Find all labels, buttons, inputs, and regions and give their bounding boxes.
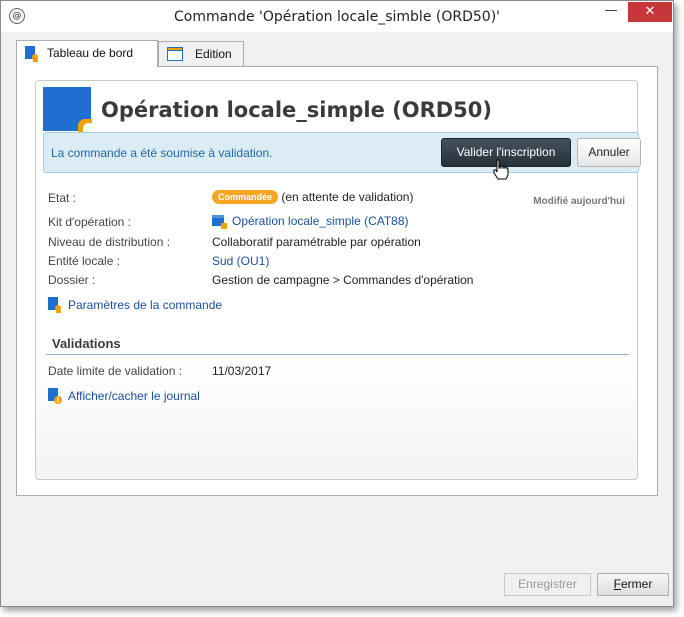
status-banner: La commande a été soumise à validation. … (43, 132, 641, 173)
deadline-label: Date limite de validation : (48, 364, 183, 378)
order-params-icon (48, 297, 62, 313)
close-button-label: ermer (621, 577, 653, 591)
tab-label: Tableau de bord (47, 46, 134, 60)
tab-panel: Opération locale_simple (ORD50) La comma… (16, 66, 658, 496)
page-title: Opération locale_simple (ORD50) (101, 98, 493, 122)
edit-window-icon (167, 47, 183, 61)
banner-message: La commande a été soumise à validation. (51, 146, 273, 160)
kit-link[interactable]: Opération locale_simple (CAT88) (232, 214, 409, 228)
state-label: Etat : (48, 191, 77, 205)
local-entity-link[interactable]: Sud (OU1) (212, 254, 269, 268)
tab-label: Edition (195, 47, 232, 61)
distribution-value: Collaboratif paramétrable par opération (212, 235, 421, 249)
journal-icon (48, 388, 62, 404)
state-value: Commandée (en attente de validation) (212, 190, 413, 204)
dashboard-card: Opération locale_simple (ORD50) La comma… (35, 80, 641, 480)
order-dialog-window: @ Commande 'Opération locale_simble (ORD… (0, 0, 674, 607)
title-bar[interactable]: @ Commande 'Opération locale_simble (ORD… (1, 1, 673, 32)
tab-edition[interactable]: Edition (158, 41, 244, 66)
close-button[interactable]: Fermer (597, 573, 669, 596)
status-badge: Commandée (212, 190, 279, 204)
save-button[interactable]: Enregistrer (504, 573, 591, 596)
section-divider (46, 354, 629, 355)
local-entity-label: Entité locale : (48, 254, 121, 268)
kit-icon (212, 214, 227, 229)
hand-cursor-icon (493, 159, 509, 180)
order-params-link[interactable]: Paramètres de la commande (68, 298, 222, 312)
minimize-button[interactable]: — (598, 2, 624, 22)
tab-tableau-de-bord[interactable]: Tableau de bord (16, 40, 158, 67)
deadline-value: 11/03/2017 (212, 364, 272, 378)
close-button-mnemonic: F (613, 577, 621, 591)
modified-timestamp: Modifié aujourd'hui (533, 196, 625, 207)
window-title: Commande 'Opération locale_simble (ORD50… (174, 9, 500, 25)
distribution-label: Niveau de distribution : (48, 235, 171, 249)
toggle-journal-link[interactable]: Afficher/cacher le journal (68, 389, 200, 403)
folder-value: Gestion de campagne > Commandes d'opérat… (212, 273, 474, 287)
close-window-button[interactable]: ✕ (628, 2, 672, 22)
folder-label: Dossier : (48, 273, 96, 287)
dashboard-icon (25, 46, 39, 62)
kit-label: Kit d'opération : (48, 215, 132, 229)
validations-section-title: Validations (52, 336, 121, 351)
cancel-button[interactable]: Annuler (577, 138, 641, 167)
state-text: (en attente de validation) (281, 190, 414, 204)
